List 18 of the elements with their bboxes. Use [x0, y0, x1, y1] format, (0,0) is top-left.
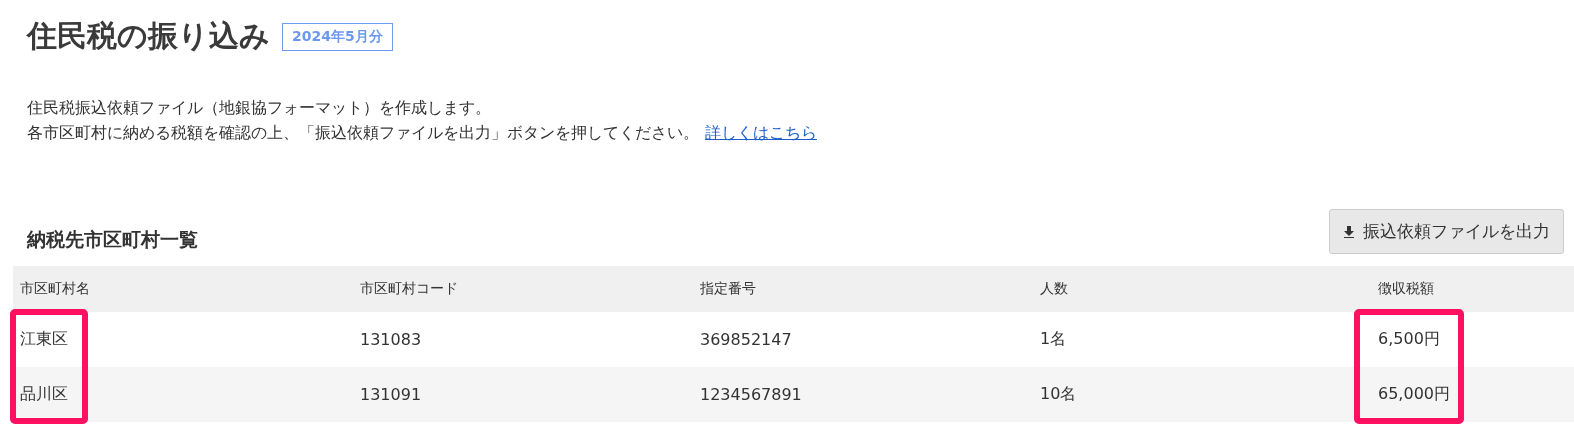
export-button[interactable]: 振込依頼ファイルを出力	[1329, 209, 1564, 254]
section-title: 納税先市区町村一覧	[27, 226, 198, 252]
column-header: 徴収税額	[1377, 280, 1435, 298]
table-cell: 131091	[353, 367, 693, 422]
page-title: 住民税の振り込み	[27, 17, 270, 55]
table-cell: 1234567891	[693, 367, 1033, 422]
download-icon	[1343, 225, 1355, 238]
table-cell: 品川区	[13, 367, 353, 422]
description-text: 各市区町村に納める税額を確認の上、「振込依頼ファイルを出力」ボタンを押してください。	[27, 123, 699, 142]
table-cell: 65,000円	[1371, 367, 1574, 422]
column-header: 市区町村コード	[359, 280, 459, 298]
table-cell: 10名	[1033, 367, 1371, 422]
details-link[interactable]: 詳しくはこちら	[705, 123, 817, 142]
column-header: 指定番号	[699, 280, 757, 298]
period-badge: 2024年5月分	[282, 22, 393, 51]
column-header: 市区町村名	[19, 280, 91, 298]
description-text: 住民税振込依頼ファイル（地銀協フォーマット）を作成します。	[27, 98, 491, 117]
column-header: 人数	[1039, 280, 1069, 298]
